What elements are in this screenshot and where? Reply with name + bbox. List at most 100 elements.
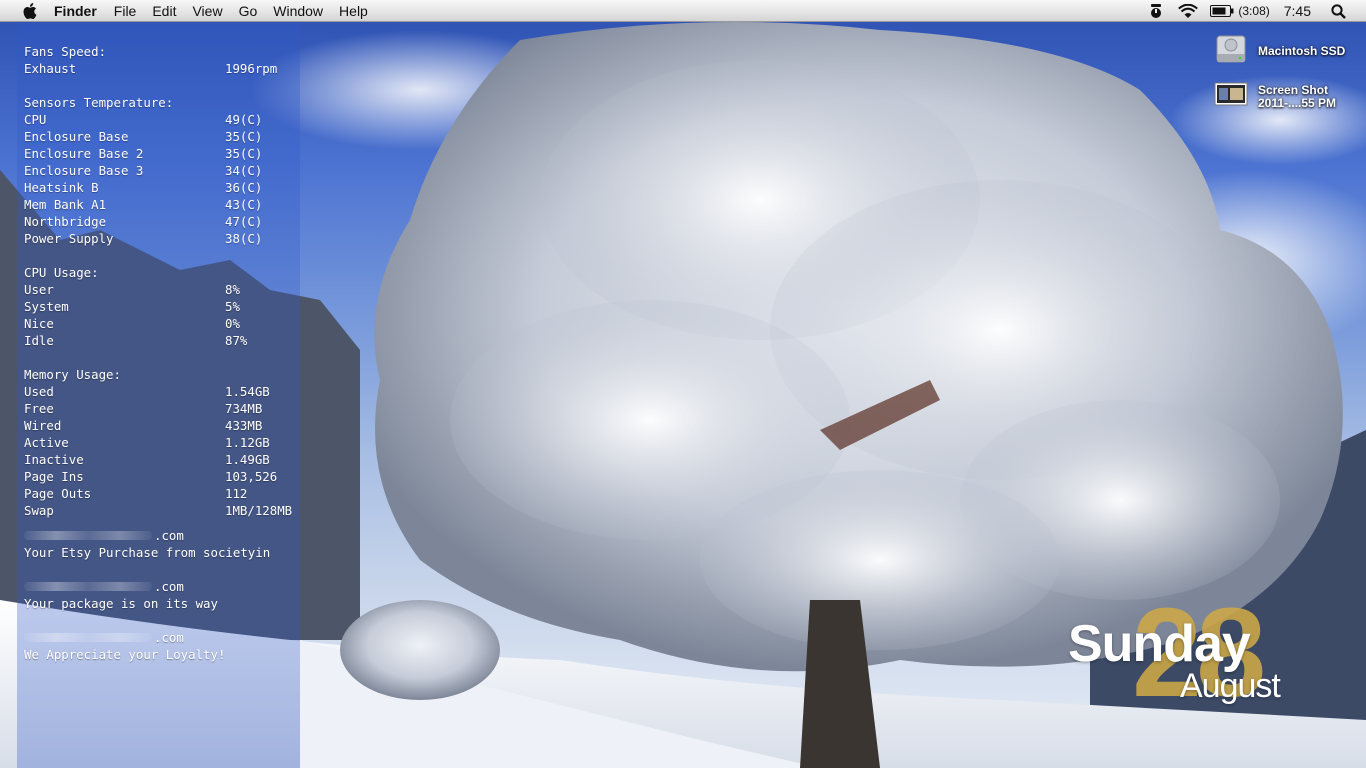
stat-label: CPU xyxy=(24,112,47,127)
stat-row: Inactive 1.49GB xyxy=(24,451,304,468)
icon-label-line1: Screen Shot xyxy=(1258,82,1329,97)
menu-view[interactable]: View xyxy=(192,0,222,22)
stat-row: Enclosure Base 35(C) xyxy=(24,128,304,145)
stat-value: 43(C) xyxy=(225,197,263,212)
stat-row: Free 734MB xyxy=(24,400,304,417)
stat-row: Active 1.12GB xyxy=(24,434,304,451)
stat-label: Heatsink B xyxy=(24,180,99,195)
stat-row: Power Supply 38(C) xyxy=(24,230,304,247)
menu-edit[interactable]: Edit xyxy=(152,0,176,22)
redacted-sender xyxy=(24,582,152,591)
stat-row: Northbridge 47(C) xyxy=(24,213,304,230)
stat-label: Mem Bank A1 xyxy=(24,197,107,212)
fans-title: Fans Speed: xyxy=(24,44,107,59)
redacted-sender xyxy=(24,633,152,642)
redacted-sender xyxy=(24,531,152,540)
stat-label: Enclosure Base 3 xyxy=(24,163,144,178)
stat-row: CPU 49(C) xyxy=(24,111,304,128)
stat-value: 8% xyxy=(225,282,240,297)
battery-time[interactable]: (3:08) xyxy=(1238,4,1269,18)
stat-value: 35(C) xyxy=(225,129,263,144)
stat-value: 1996rpm xyxy=(225,61,278,76)
stat-value: 47(C) xyxy=(225,214,263,229)
stat-label: Page Ins xyxy=(24,469,84,484)
stat-row: User 8% xyxy=(24,281,304,298)
desktop[interactable]: Finder File Edit View Go Window Help (3:… xyxy=(0,0,1366,768)
stat-row: Page Outs 112 xyxy=(24,485,304,502)
mail-item: .com We Appreciate your Loyalty! xyxy=(24,629,294,663)
stat-label: Used xyxy=(24,384,54,399)
menu-help[interactable]: Help xyxy=(339,0,368,22)
mail-sender: .com xyxy=(24,578,294,595)
date-month: August xyxy=(1180,667,1281,705)
mail-sender-domain: .com xyxy=(154,579,184,594)
stat-row: Page Ins 103,526 xyxy=(24,468,304,485)
stat-value: 35(C) xyxy=(225,146,263,161)
stat-label: Northbridge xyxy=(24,214,107,229)
mail-subject: Your Etsy Purchase from societyin xyxy=(24,545,271,560)
stat-label: User xyxy=(24,282,54,297)
stat-row: Heatsink B 36(C) xyxy=(24,179,304,196)
hard-drive-icon xyxy=(1214,32,1248,71)
battery-icon[interactable] xyxy=(1210,5,1234,17)
mail-sender-domain: .com xyxy=(154,528,184,543)
menu-file[interactable]: File xyxy=(114,0,137,22)
stat-label: Idle xyxy=(24,333,54,348)
desktop-icon-label: Screen Shot 2011-....55 PM xyxy=(1258,82,1336,110)
stat-value: 49(C) xyxy=(225,112,263,127)
menu-app-finder[interactable]: Finder xyxy=(54,0,97,22)
stat-value: 34(C) xyxy=(225,163,263,178)
stat-value: 87% xyxy=(225,333,248,348)
menu-window[interactable]: Window xyxy=(273,0,323,22)
stat-label: Power Supply xyxy=(24,231,114,246)
stat-value: 103,526 xyxy=(225,469,278,484)
stat-label: Exhaust xyxy=(24,61,77,76)
stat-label: Enclosure Base 2 xyxy=(24,146,144,161)
stat-value: 1.49GB xyxy=(225,452,270,467)
time-machine-icon[interactable] xyxy=(1148,3,1164,19)
mail-subject: We Appreciate your Loyalty! xyxy=(24,647,226,662)
apple-menu-icon[interactable] xyxy=(20,2,38,20)
stat-value: 38(C) xyxy=(225,231,263,246)
stat-row: Swap 1MB/128MB xyxy=(24,502,304,519)
stat-row: Mem Bank A1 43(C) xyxy=(24,196,304,213)
stat-row: System 5% xyxy=(24,298,304,315)
stat-value: 1.12GB xyxy=(225,435,270,450)
cpu-section: CPU Usage: User 8% System 5% Nice 0% Idle 87… xyxy=(24,264,304,349)
screenshot-thumbnail-icon xyxy=(1214,80,1248,113)
wifi-icon[interactable] xyxy=(1178,3,1199,19)
stat-label: Enclosure Base xyxy=(24,129,129,144)
stat-value: 0% xyxy=(225,316,240,331)
mail-subject: Your package is on its way xyxy=(24,596,218,611)
menubar-clock[interactable]: 7:45 xyxy=(1284,3,1311,19)
stat-label: Wired xyxy=(24,418,62,433)
desktop-icon-macintosh-ssd[interactable]: Macintosh SSD xyxy=(1214,32,1345,71)
stat-value: 5% xyxy=(225,299,240,314)
stat-value: 433MB xyxy=(225,418,263,433)
desktop-icon-label: Macintosh SSD xyxy=(1258,45,1345,58)
icon-label-line1: Macintosh SSD xyxy=(1258,44,1346,58)
stat-value: 1.54GB xyxy=(225,384,270,399)
stat-row: Wired 433MB xyxy=(24,417,304,434)
stat-label: Nice xyxy=(24,316,54,331)
date-widget: 28 Sunday August xyxy=(1060,588,1360,730)
mail-sender-domain: .com xyxy=(154,630,184,645)
mail-item: .com Your package is on its way xyxy=(24,578,294,612)
stat-label: Inactive xyxy=(24,452,84,467)
stat-row: Idle 87% xyxy=(24,332,304,349)
memory-section: Memory Usage: Used 1.54GB Free 734MB Wired… xyxy=(24,366,304,519)
stat-label: Active xyxy=(24,435,69,450)
fans-section: Fans Speed: Exhaust 1996rpm xyxy=(24,43,304,77)
spotlight-search-icon[interactable] xyxy=(1331,3,1346,19)
stat-value: 112 xyxy=(225,486,248,501)
menu-bar: Finder File Edit View Go Window Help (3:… xyxy=(0,0,1366,22)
memory-title: Memory Usage: xyxy=(24,367,121,382)
menu-go[interactable]: Go xyxy=(239,0,258,22)
stat-row: Used 1.54GB xyxy=(24,383,304,400)
cpu-title: CPU Usage: xyxy=(24,265,99,280)
desktop-icon-screen-shot[interactable]: Screen Shot 2011-....55 PM xyxy=(1214,80,1336,113)
mail-sender: .com xyxy=(24,527,294,544)
temperature-section: Sensors Temperature: CPU 49(C) Enclosure … xyxy=(24,94,304,247)
stat-label: Swap xyxy=(24,503,54,518)
system-stats-panel: Fans Speed: Exhaust 1996rpm Sensors Tempe… xyxy=(17,23,300,768)
